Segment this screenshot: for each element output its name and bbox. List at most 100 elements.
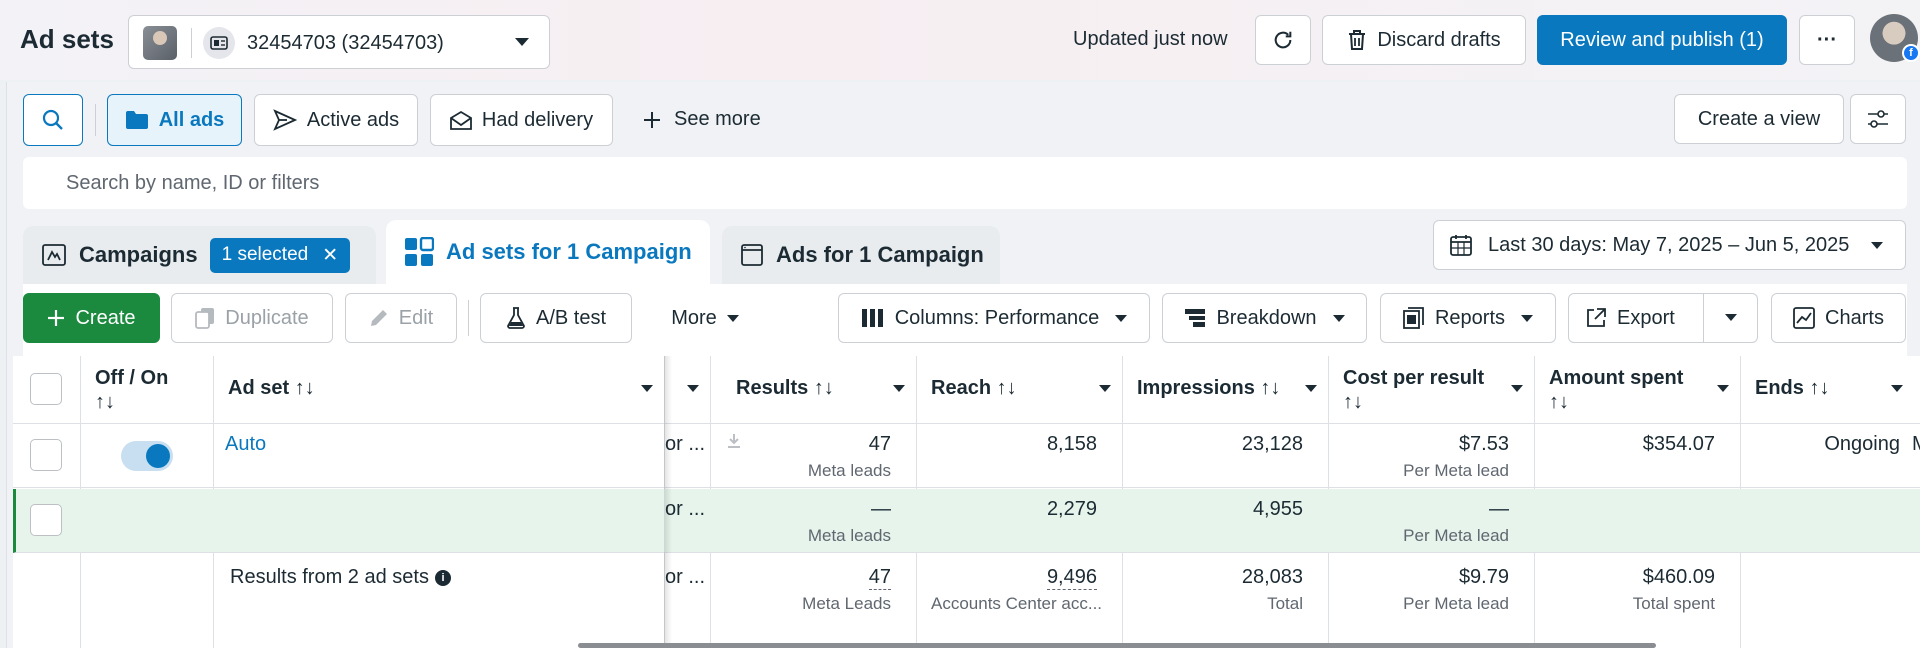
reach-value: 8,158	[1046, 433, 1097, 455]
breakdown-icon	[1185, 309, 1206, 327]
table-row[interactable]	[13, 424, 1920, 488]
horizontal-scrollbar[interactable]	[578, 643, 1656, 648]
plus-icon	[644, 111, 660, 128]
ad-account-icon	[203, 27, 235, 59]
summary-impressions-sub: Total	[1267, 594, 1303, 613]
adsets-table: Off / On ↑↓ Ad set ↑↓ Results ↑↓ Reach ↑…	[13, 356, 1920, 648]
ad-account-selector[interactable]: 32454703 (32454703)	[128, 15, 550, 69]
sort-icon: ↑↓	[1343, 391, 1363, 413]
chevron-down-icon[interactable]	[687, 385, 699, 392]
create-button[interactable]: Create	[23, 293, 160, 343]
column-header-ends[interactable]: Ends ↑↓	[1755, 377, 1829, 400]
info-icon[interactable]: i	[434, 569, 451, 586]
cpr-value: $7.53	[1458, 433, 1509, 455]
ab-test-button[interactable]: A/B test	[480, 293, 632, 343]
filter-all-ads[interactable]: All ads	[107, 94, 242, 146]
column-header-results[interactable]: Results ↑↓	[736, 377, 834, 400]
breakdown-dropdown[interactable]: Breakdown	[1162, 293, 1367, 343]
publish-label: Review and publish (1)	[1560, 28, 1764, 51]
chevron-down-icon	[1332, 314, 1345, 322]
search-input[interactable]: Search by name, ID or filters	[23, 157, 1907, 209]
chevron-down-icon[interactable]	[1305, 385, 1317, 392]
cpr-sub: Per Meta lead	[1403, 526, 1509, 545]
select-all-checkbox[interactable]	[30, 373, 62, 405]
chevron-down-icon[interactable]	[1717, 385, 1729, 392]
chevron-down-icon[interactable]	[1891, 385, 1903, 392]
truncated-cell: M	[1912, 433, 1920, 456]
chevron-down-icon[interactable]	[1511, 385, 1523, 392]
column-header-amount-spent[interactable]: Amount spent ↑↓	[1549, 366, 1683, 414]
summary-reach-sub: Accounts Center acc...	[931, 594, 1103, 613]
column-header-impressions[interactable]: Impressions ↑↓	[1137, 377, 1280, 400]
discard-drafts-button[interactable]: Discard drafts	[1322, 15, 1526, 65]
cpr-sub: Per Meta lead	[1403, 461, 1509, 480]
row-checkbox[interactable]	[30, 504, 62, 536]
download-icon[interactable]	[727, 433, 741, 449]
results-sub: Meta leads	[807, 461, 891, 480]
create-view-label: Create a view	[1697, 107, 1821, 130]
updated-status: Updated just now	[1073, 28, 1228, 50]
spent-header-label: Amount spent	[1549, 367, 1684, 389]
tab-campaigns[interactable]: Campaigns 1 selected ✕	[23, 226, 376, 284]
more-dropdown[interactable]: More	[650, 293, 760, 343]
chevron-down-icon[interactable]	[641, 385, 653, 392]
chevron-down-icon[interactable]	[1099, 385, 1111, 392]
more-label: More	[671, 306, 717, 329]
summary-spent: $460.09	[1642, 566, 1715, 588]
columns-label: Columns: Performance	[894, 306, 1100, 329]
profile-avatar[interactable]: f	[1870, 14, 1920, 62]
adset-name-link[interactable]: Auto	[225, 433, 266, 456]
filter-had-delivery[interactable]: Had delivery	[430, 94, 613, 146]
reports-dropdown[interactable]: Reports	[1380, 293, 1556, 343]
column-header-adset[interactable]: Ad set ↑↓	[228, 377, 315, 400]
impressions-value: 23,128	[1241, 433, 1303, 455]
tab-ads[interactable]: Ads for 1 Campaign	[722, 226, 1000, 284]
summary-results[interactable]: 47	[868, 566, 891, 590]
tab-adsets[interactable]: Ad sets for 1 Campaign	[386, 220, 710, 284]
divider	[468, 300, 469, 336]
sort-icon: ↑↓	[1549, 391, 1569, 413]
chevron-down-icon	[1871, 241, 1884, 249]
row-checkbox[interactable]	[30, 439, 62, 471]
ends-value: Ongoing	[1824, 433, 1900, 455]
had-delivery-label: Had delivery	[481, 108, 594, 131]
reports-label: Reports	[1434, 306, 1506, 329]
settings-button[interactable]	[1850, 94, 1906, 144]
column-header-cost-per-result[interactable]: Cost per result ↑↓	[1343, 366, 1484, 414]
chevron-down-icon[interactable]	[893, 385, 905, 392]
export-options-dropdown[interactable]	[1704, 293, 1758, 343]
more-options-button[interactable]: ···	[1799, 15, 1855, 65]
send-icon	[273, 109, 297, 131]
summary-cpr: $9.79	[1458, 566, 1509, 588]
offon-label: Off / On	[95, 367, 169, 389]
adset-toggle[interactable]	[121, 441, 173, 471]
summary-reach[interactable]: 9,496	[1046, 566, 1097, 590]
table-row[interactable]	[13, 489, 1920, 553]
duplicate-button[interactable]: Duplicate	[171, 293, 333, 343]
edit-button[interactable]: Edit	[345, 293, 457, 343]
account-avatar	[143, 26, 177, 60]
close-icon[interactable]: ✕	[322, 244, 338, 267]
sliders-icon	[1868, 110, 1888, 128]
review-and-publish-button[interactable]: Review and publish (1)	[1537, 15, 1787, 65]
selected-badge[interactable]: 1 selected ✕	[209, 237, 351, 273]
charts-button[interactable]: Charts	[1771, 293, 1906, 343]
reach-value: 2,279	[1046, 498, 1097, 520]
create-view-button[interactable]: Create a view	[1674, 94, 1844, 144]
campaign-icon	[42, 244, 66, 266]
column-header-reach[interactable]: Reach ↑↓	[931, 377, 1017, 400]
summary-results-sub: Meta Leads	[802, 594, 891, 613]
duplicate-label: Duplicate	[225, 306, 309, 329]
column-header-offon[interactable]: Off / On ↑↓	[95, 366, 168, 414]
columns-dropdown[interactable]: Columns: Performance	[838, 293, 1150, 343]
refresh-button[interactable]	[1255, 15, 1311, 65]
date-range-selector[interactable]: Last 30 days: May 7, 2025 – Jun 5, 2025	[1433, 220, 1906, 270]
summary-text: Results from 2 ad sets	[230, 566, 429, 588]
search-button[interactable]	[23, 94, 83, 146]
filter-active-ads[interactable]: Active ads	[254, 94, 418, 146]
folder-icon	[125, 111, 148, 129]
summary-cpr-sub: Per Meta lead	[1403, 594, 1509, 613]
see-more-button[interactable]: See more	[642, 108, 761, 131]
grid-icon	[405, 237, 434, 266]
impressions-header-label: Impressions	[1137, 377, 1255, 399]
